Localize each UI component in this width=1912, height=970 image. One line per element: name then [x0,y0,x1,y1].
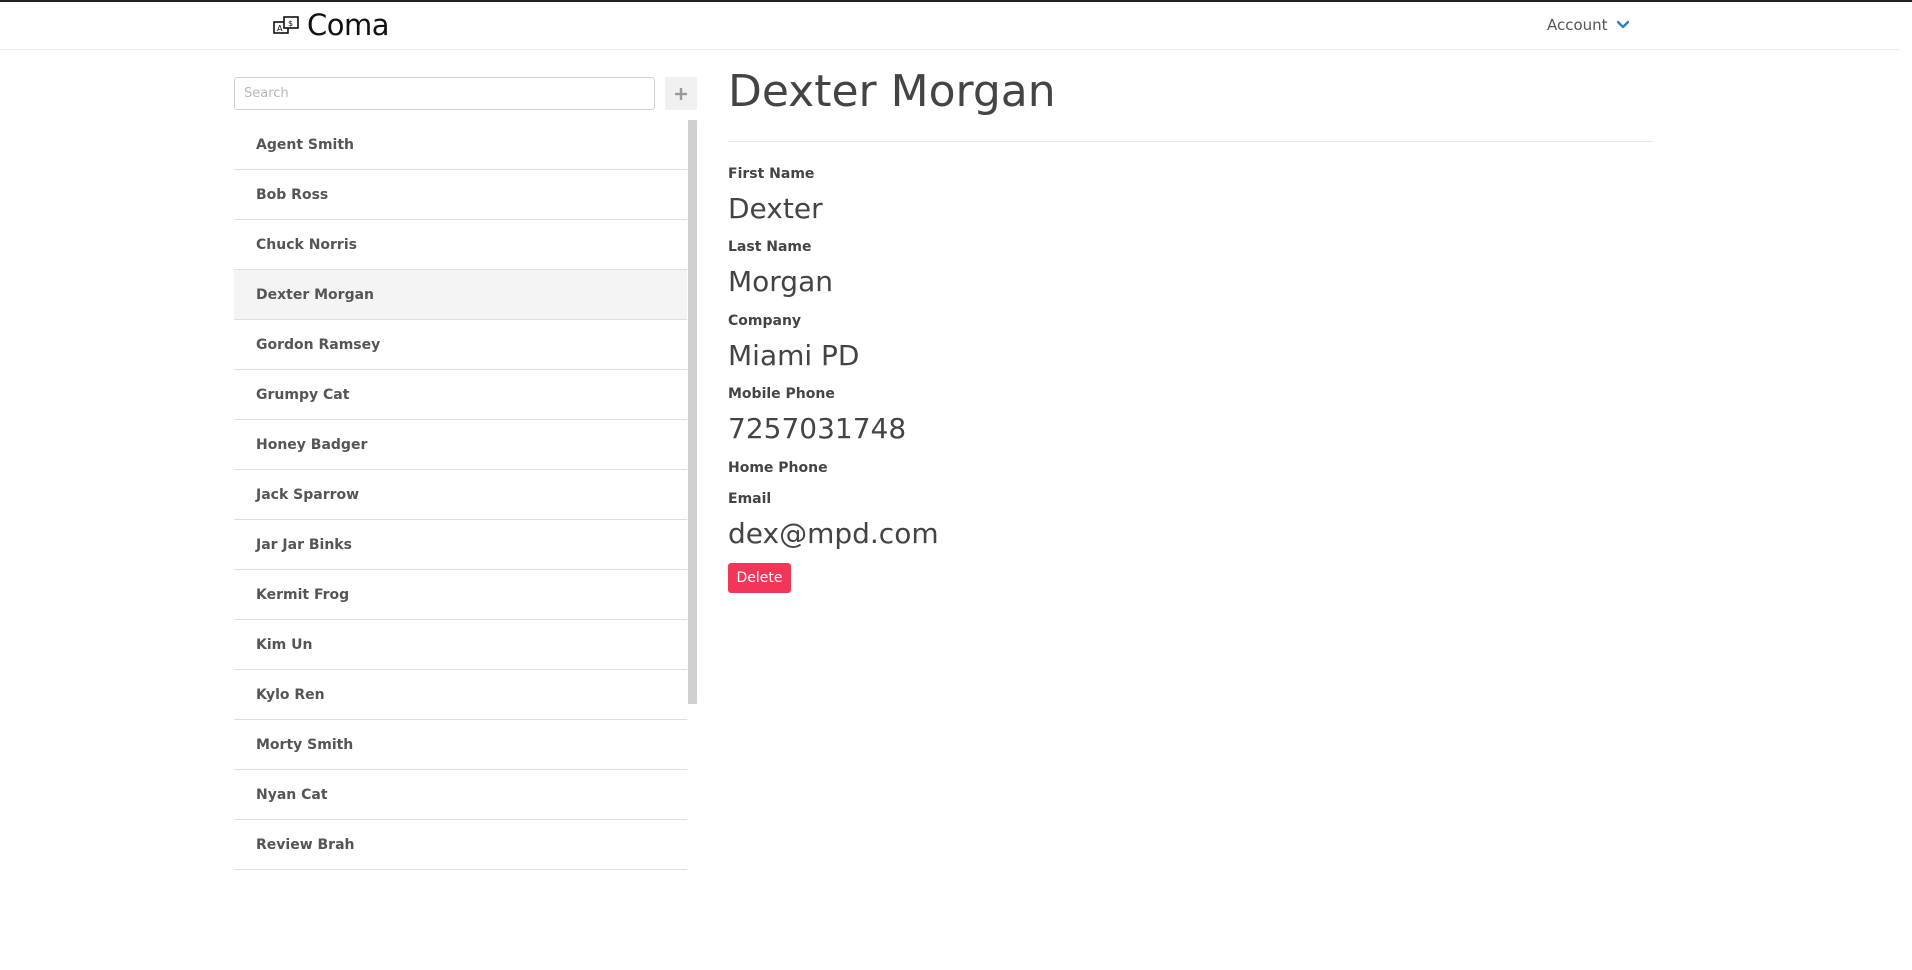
account-menu[interactable]: Account [1547,16,1630,34]
contact-list-item[interactable]: Jack Sparrow [234,470,687,520]
last-name-label: Last Name [728,239,812,255]
contact-list-item[interactable]: Gordon Ramsey [234,320,687,370]
contact-list-item[interactable]: Kylo Ren [234,670,687,720]
contact-name: Grumpy Cat [256,386,350,403]
first-name-value: Dexter [728,192,823,225]
brand-name: Coma [307,8,390,42]
mobile-phone-label: Mobile Phone [728,386,835,402]
contact-name: Honey Badger [256,436,368,453]
search-input[interactable] [234,77,655,110]
first-name-label: First Name [728,166,815,182]
contact-list-item[interactable]: Review Brah [234,820,687,870]
contact-name: Gordon Ramsey [256,336,381,353]
contact-name: Nyan Cat [256,786,328,803]
contact-list-item[interactable]: Morty Smith [234,720,687,770]
contact-list-item[interactable]: Agent Smith [234,120,687,170]
scrollbar[interactable] [688,120,697,704]
chevron-down-icon [1616,20,1629,29]
svg-text:A: A [277,24,283,33]
email-value: dex@mpd.com [728,517,939,550]
company-label: Company [728,313,802,329]
page-title: Dexter Morgan [728,66,1056,117]
email-label: Email [728,491,772,507]
contact-name: Agent Smith [256,136,355,153]
svg-text:$: $ [288,19,293,28]
contact-name: Jack Sparrow [256,486,360,503]
plus-icon [675,87,687,100]
contact-list-item[interactable]: Grumpy Cat [234,370,687,420]
contact-name: Jar Jar Binks [256,536,352,553]
divider [728,141,1653,142]
contact-name: Dexter Morgan [256,286,375,303]
contact-name: Bob Ross [256,186,329,203]
logo-icon: A $ [273,16,299,34]
contact-name: Kylo Ren [256,686,325,703]
company-value: Miami PD [728,339,860,372]
contact-name: Kermit Frog [256,586,350,603]
contact-list-item[interactable]: Honey Badger [234,420,687,470]
navbar: A $ Coma Account [0,2,1900,50]
contact-list-item[interactable]: Chuck Norris [234,220,687,270]
contact-list-item[interactable]: Nyan Cat [234,770,687,820]
home-phone-label: Home Phone [728,460,828,476]
contact-list-item[interactable]: Dexter Morgan [234,270,687,320]
add-contact-button[interactable] [665,77,697,110]
contact-list-item[interactable]: Kermit Frog [234,570,687,620]
brand[interactable]: A $ Coma [273,8,390,42]
contact-list-item[interactable]: Kim Un [234,620,687,670]
account-label: Account [1547,16,1608,34]
contact-list-item[interactable]: Jar Jar Binks [234,520,687,570]
contact-name: Review Brah [256,836,355,853]
contact-name: Chuck Norris [256,236,357,253]
contact-list-item[interactable]: Bob Ross [234,170,687,220]
delete-button[interactable]: Delete [728,563,791,593]
last-name-value: Morgan [728,265,833,298]
contact-name: Morty Smith [256,736,354,753]
contact-list: Agent Smith Bob Ross Chuck Norris Dexter Mo… [234,120,687,870]
contact-list-container: Agent Smith Bob Ross Chuck Norris Dexter Mo… [234,120,698,870]
mobile-phone-value: 7257031748 [728,412,907,445]
contact-name: Kim Un [256,636,313,653]
